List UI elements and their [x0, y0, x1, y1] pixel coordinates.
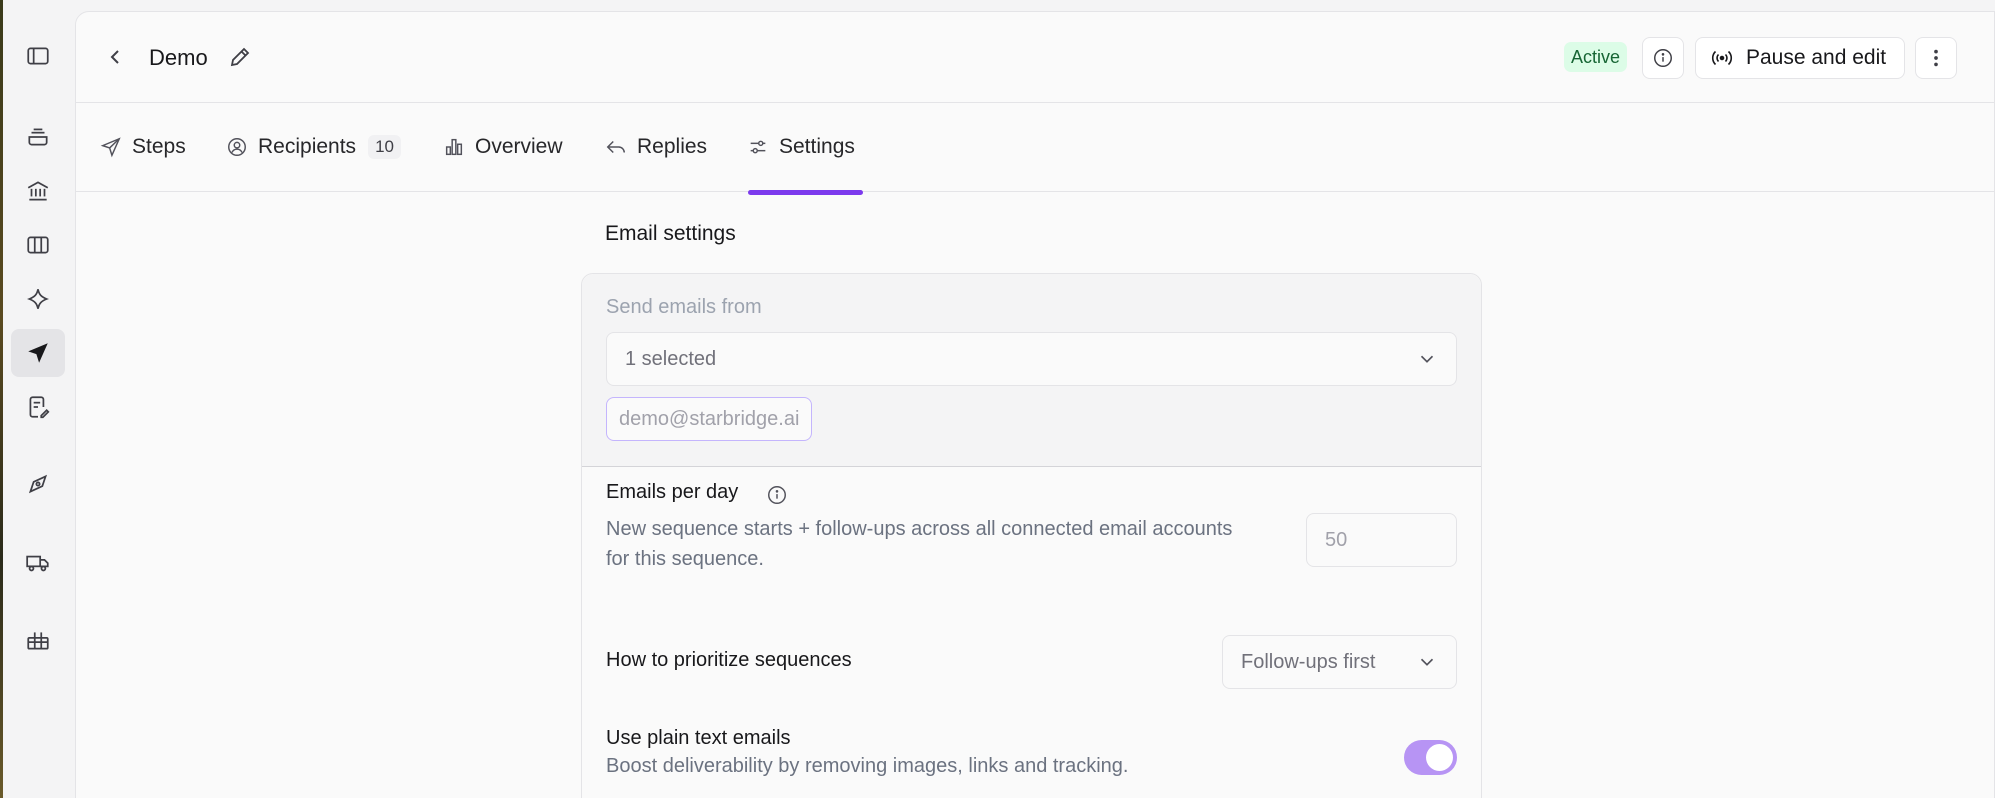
active-tab-indicator [748, 190, 863, 195]
chevron-down-icon [1420, 658, 1434, 666]
notes-edit-icon[interactable] [11, 383, 65, 431]
sequence-header: Demo Active Pause and edit [76, 12, 1994, 103]
tab-replies[interactable]: Replies [605, 129, 707, 165]
recipients-count-badge: 10 [368, 135, 401, 159]
send-icon [100, 137, 121, 158]
sequence-panel: Demo Active Pause and edit Steps Recipie… [75, 11, 1995, 798]
tab-settings[interactable]: Settings [747, 129, 855, 165]
inbox-stack-icon[interactable] [11, 113, 65, 161]
plain-text-toggle[interactable] [1404, 740, 1457, 775]
emails-per-day-title: Emails per day [606, 481, 739, 503]
vertical-dots-icon [1934, 49, 1938, 67]
email-settings-card: Send emails from 1 selected demo@starbri… [581, 273, 1482, 798]
tab-recipients[interactable]: Recipients 10 [226, 129, 401, 165]
send-from-label: Send emails from [606, 296, 762, 318]
emails-per-day-input[interactable]: 50 [1306, 513, 1457, 567]
emails-per-day-description: New sequence starts + follow-ups across … [606, 518, 1233, 570]
sparkle-icon[interactable] [11, 275, 65, 323]
pause-and-edit-label: Pause and edit [1746, 46, 1887, 69]
send-from-value: 1 selected [625, 348, 717, 370]
sequences-send-icon[interactable] [11, 329, 65, 377]
plain-text-title: Use plain text emails [606, 727, 791, 749]
tab-overview[interactable]: Overview [443, 129, 563, 165]
info-button[interactable] [1642, 37, 1684, 79]
plain-text-description: Boost deliverability by removing images,… [606, 755, 1129, 777]
sliders-icon [750, 140, 766, 154]
sequence-title: Demo [149, 45, 208, 70]
sidebar-toggle-icon[interactable] [11, 32, 65, 80]
send-from-section: Send emails from 1 selected demo@starbri… [582, 274, 1481, 467]
tab-steps-label: Steps [132, 135, 186, 158]
columns-icon[interactable] [11, 221, 65, 269]
back-chevron-icon[interactable] [104, 45, 128, 69]
tab-replies-label: Replies [637, 135, 708, 158]
send-from-select[interactable]: 1 selected [606, 332, 1457, 386]
institution-icon[interactable] [11, 167, 65, 215]
tab-overview-label: Overview [475, 135, 563, 158]
broadcast-icon [1711, 50, 1733, 66]
prioritize-title: How to prioritize sequences [606, 649, 852, 671]
toggle-knob [1426, 744, 1453, 771]
app-sidebar [3, 0, 75, 798]
gift-box-icon[interactable] [11, 616, 65, 664]
prioritize-value: Follow-ups first [1241, 651, 1376, 673]
compass-icon[interactable] [11, 460, 65, 508]
more-options-button[interactable] [1915, 37, 1957, 79]
sender-email-chip[interactable]: demo@starbridge.ai [606, 397, 813, 441]
tab-recipients-label: Recipients [258, 135, 357, 158]
pencil-icon[interactable] [228, 45, 252, 69]
delivery-truck-icon[interactable] [11, 538, 65, 586]
chevron-down-icon [1420, 355, 1434, 363]
sequence-tabs: Steps Recipients 10 Overview Replies Set… [76, 104, 1994, 195]
tab-steps[interactable]: Steps [100, 129, 186, 165]
info-icon[interactable] [766, 484, 788, 506]
pause-and-edit-button[interactable]: Pause and edit [1695, 37, 1905, 79]
email-settings-heading: Email settings [605, 222, 736, 245]
prioritize-select[interactable]: Follow-ups first [1222, 635, 1457, 689]
info-icon [1654, 49, 1672, 67]
user-circle-icon [228, 138, 246, 156]
reply-icon [606, 140, 625, 154]
tab-settings-label: Settings [779, 135, 855, 158]
bar-chart-icon [445, 138, 463, 156]
status-badge: Active [1564, 42, 1628, 72]
